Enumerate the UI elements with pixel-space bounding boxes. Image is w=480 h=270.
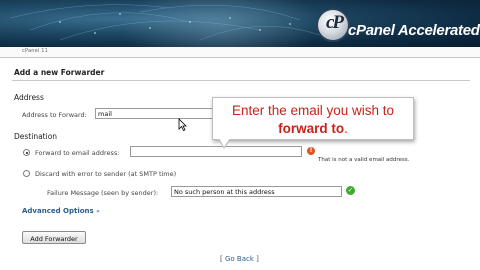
tutorial-callout: Enter the email you wish to forward to. bbox=[212, 97, 414, 140]
exclamation-icon: ! bbox=[307, 147, 315, 155]
destination-section-label: Destination bbox=[14, 132, 58, 141]
discard-with-error-label: Discard with error to sender (at SMTP ti… bbox=[35, 170, 177, 178]
failure-message-input[interactable] bbox=[171, 186, 342, 197]
page-title: Add a new Forwarder bbox=[14, 68, 105, 77]
version-label: cPanel 11 bbox=[22, 48, 48, 54]
advanced-options-link[interactable]: Advanced Options » bbox=[22, 207, 100, 215]
address-section-label: Address bbox=[14, 93, 44, 102]
forward-to-email-label: Forward to email address: bbox=[35, 149, 120, 157]
discard-with-error-radio[interactable] bbox=[23, 170, 30, 177]
mouse-pointer-icon bbox=[178, 118, 187, 131]
title-divider bbox=[12, 80, 470, 81]
failure-message-label: Failure Message (seen by sender): bbox=[47, 189, 159, 197]
go-back-link[interactable]: Go Back bbox=[225, 255, 254, 263]
callout-tail bbox=[219, 138, 230, 147]
add-forwarder-button[interactable]: Add Forwarder bbox=[22, 231, 86, 244]
cpanel-logo-mark: cP bbox=[325, 12, 344, 33]
header-subbar: cPanel 11 bbox=[0, 47, 480, 58]
cpanel-logo-text: cPanel Accelerated2 bbox=[348, 22, 480, 39]
chevron-right-icon: » bbox=[96, 208, 100, 215]
header-banner: cP cPanel Accelerated2 bbox=[0, 0, 480, 47]
callout-text: Enter the email you wish to forward to. bbox=[231, 103, 395, 136]
address-to-forward-label: Address to Forward: bbox=[22, 111, 87, 119]
address-to-forward-input[interactable] bbox=[95, 108, 215, 119]
forward-to-email-input[interactable] bbox=[130, 146, 302, 157]
forward-to-email-radio[interactable] bbox=[23, 149, 30, 156]
invalid-email-message: That is not a valid email address. bbox=[318, 157, 410, 163]
go-back-nav: [ Go Back ] bbox=[220, 255, 259, 263]
checkmark-icon: ✓ bbox=[346, 186, 355, 195]
